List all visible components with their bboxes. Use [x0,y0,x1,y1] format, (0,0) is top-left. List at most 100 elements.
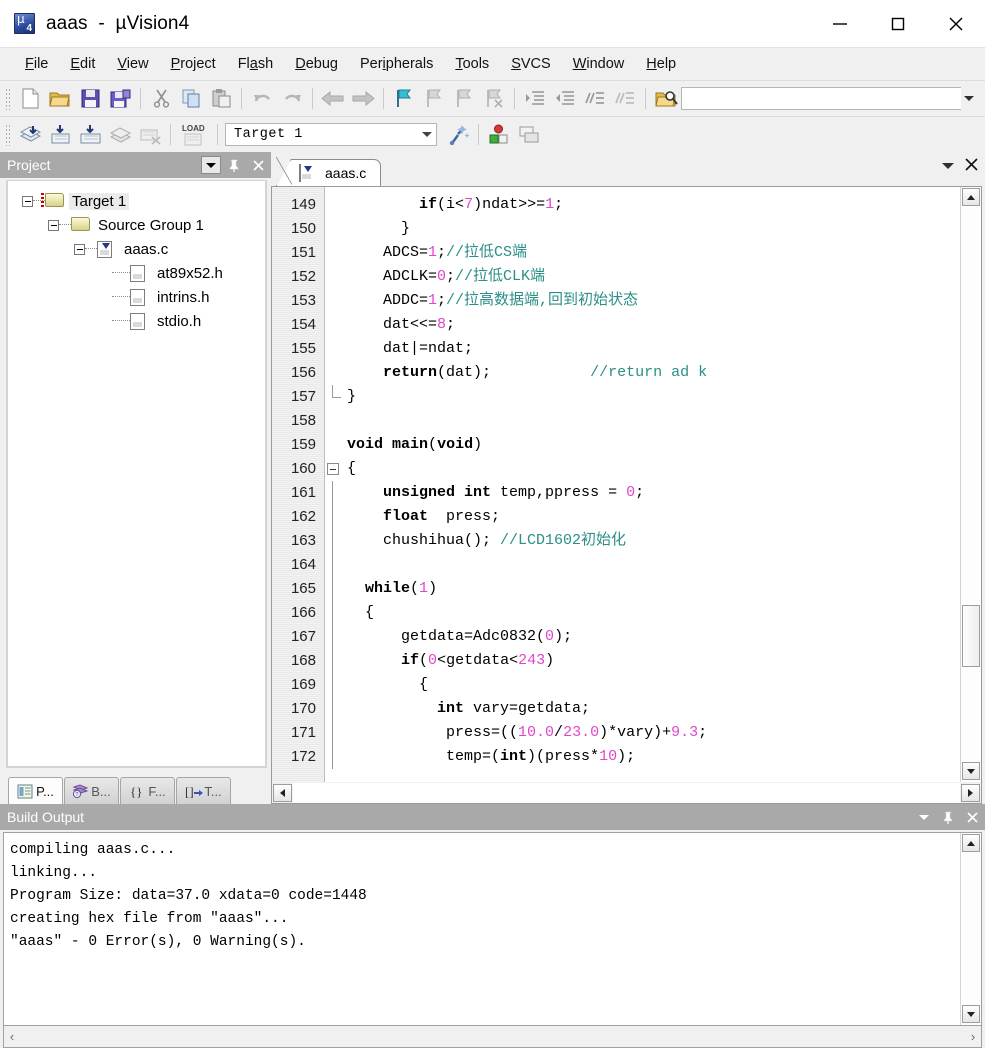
scroll-down-button[interactable] [962,1005,980,1023]
scroll-thumb[interactable] [962,605,980,667]
scroll-left-button[interactable]: ‹ [4,1030,20,1043]
tree-toggle-icon[interactable] [22,195,33,207]
menu-edit[interactable]: Edit [59,52,106,76]
outdent-icon[interactable] [550,84,580,113]
menu-file[interactable]: File [14,52,59,76]
menu-project[interactable]: Project [160,52,227,76]
fold-marker [325,697,347,721]
stop-build-icon[interactable] [135,120,165,149]
bookmark-clear-icon[interactable] [479,84,509,113]
code-text[interactable]: if(i<7)ndat>>=1; } ADCS=1;//拉低CS端 ADCLK=… [347,187,960,782]
fold-toggle-icon[interactable] [327,463,339,475]
indent-icon[interactable] [520,84,550,113]
tab-project[interactable]: P... [8,777,63,804]
close-button[interactable] [927,0,985,47]
code-editor[interactable]: 149 150 151 152 153 154 155 156 157 158 159 160 161 1… [271,186,982,782]
menu-tools[interactable]: Tools [444,52,500,76]
code-folding-column[interactable] [325,187,347,782]
menu-view[interactable]: View [106,52,159,76]
multi-project-icon[interactable] [514,120,544,149]
tree-node-target[interactable]: Target 1 [8,189,265,213]
paste-icon[interactable] [206,84,236,113]
toolbar-search-field[interactable] [681,87,961,110]
editor-vertical-scrollbar[interactable] [960,187,981,782]
tree-node-label: Source Group 1 [98,216,204,234]
rebuild-all-icon[interactable] [75,120,105,149]
panel-menu-icon[interactable] [201,156,221,174]
editor-tab-aaas-c[interactable]: aaas.c [275,157,382,186]
redo-icon[interactable] [277,84,307,113]
window-list-icon[interactable] [942,163,954,169]
editor-horizontal-scrollbar[interactable] [271,782,982,804]
tree-node-source-group[interactable]: Source Group 1 [8,213,265,237]
menu-help[interactable]: Help [635,52,687,76]
tree-toggle-icon[interactable] [48,219,59,231]
code-token: press=(( [347,724,519,741]
uncomment-icon[interactable] [610,84,640,113]
toolbar-grip[interactable] [5,123,11,146]
navigate-forward-icon[interactable] [348,84,378,113]
bookmark-prev-icon[interactable] [419,84,449,113]
fold-marker [325,649,347,673]
chevron-down-icon[interactable] [418,124,436,145]
close-icon[interactable] [964,157,979,175]
tab-templates[interactable]: [] T... [176,777,231,804]
undo-icon[interactable] [247,84,277,113]
scroll-down-button[interactable] [962,762,980,780]
comment-icon[interactable] [580,84,610,113]
close-icon[interactable] [247,154,269,176]
tree-node-aaas-c[interactable]: aaas.c [8,237,265,261]
project-tree[interactable]: Target 1 Source Group 1 aaas.c at89x52.h… [6,180,267,768]
menu-window[interactable]: Window [562,52,636,76]
hscroll-track[interactable] [293,782,960,803]
tab-functions[interactable]: {} F... [120,777,175,804]
cut-icon[interactable] [146,84,176,113]
save-icon[interactable] [75,84,105,113]
tree-node-stdio-h[interactable]: stdio.h [8,309,265,333]
menu-svcs[interactable]: SVCS [500,52,562,76]
open-file-icon[interactable] [45,84,75,113]
copy-icon[interactable] [176,84,206,113]
pin-icon[interactable] [223,154,245,176]
manage-components-icon[interactable] [484,120,514,149]
target-options-icon[interactable] [443,120,473,149]
svg-text:?: ? [76,792,79,798]
translate-icon[interactable] [15,120,45,149]
scroll-left-button[interactable] [273,783,292,802]
maximize-button[interactable] [869,0,927,47]
menu-flash[interactable]: Flash [227,52,285,76]
bookmark-toggle-icon[interactable] [389,84,419,113]
build-horizontal-scrollbar[interactable]: ‹ › [3,1026,982,1048]
toolbar-grip[interactable] [5,87,11,110]
build-vertical-scrollbar[interactable] [960,833,981,1025]
scroll-up-button[interactable] [962,834,980,852]
menu-peripherals[interactable]: Peripherals [349,52,444,76]
tree-node-intrins-h[interactable]: intrins.h [8,285,265,309]
scroll-right-button[interactable] [961,783,980,802]
menu-debug[interactable]: Debug [284,52,349,76]
tree-node-at89x52-h[interactable]: at89x52.h [8,261,265,285]
navigate-back-icon[interactable] [318,84,348,113]
panel-menu-icon[interactable] [913,806,935,828]
scroll-right-button[interactable]: › [965,1030,981,1043]
bookmark-next-icon[interactable] [449,84,479,113]
load-icon[interactable]: LOAD [176,120,212,149]
tab-books[interactable]: ? B... [64,777,119,804]
batch-build-icon[interactable] [105,120,135,149]
build-output-body[interactable]: compiling aaas.c... linking... Program Siz… [3,832,982,1026]
close-icon[interactable] [961,806,983,828]
code-token: 243 [518,652,546,669]
build-icon[interactable] [45,120,75,149]
chevron-down-icon[interactable] [959,88,979,108]
save-all-icon[interactable] [105,84,135,113]
code-token: vary=getdata; [464,700,591,717]
window-controls [811,0,985,47]
tree-toggle-icon[interactable] [74,243,85,255]
fold-marker[interactable] [325,457,347,481]
target-select[interactable]: Target 1 [225,123,437,146]
find-in-files-icon[interactable] [651,84,681,113]
scroll-up-button[interactable] [962,188,980,206]
minimize-button[interactable] [811,0,869,47]
pin-icon[interactable] [937,806,959,828]
new-file-icon[interactable] [15,84,45,113]
